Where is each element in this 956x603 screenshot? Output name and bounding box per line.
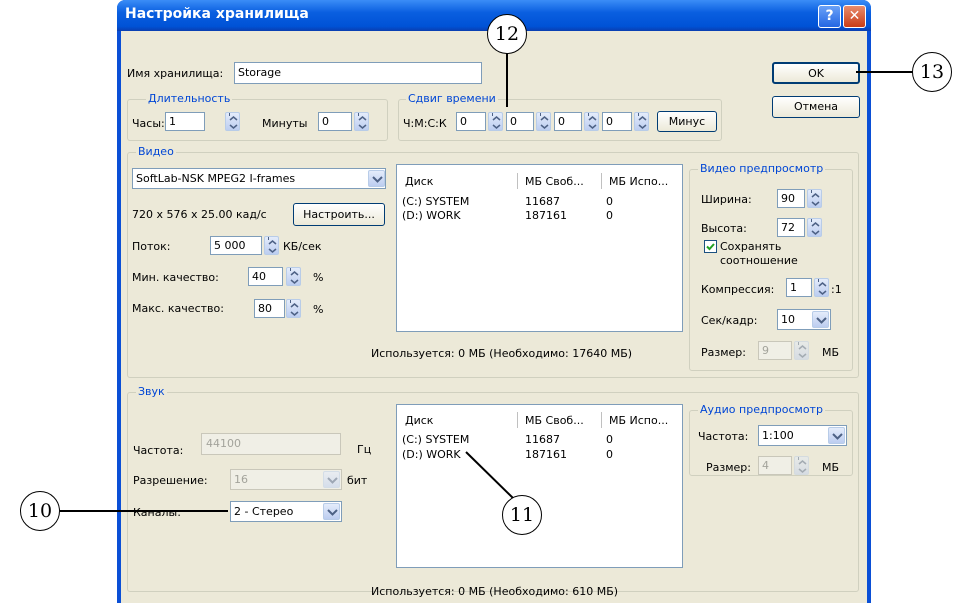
callout-13: 13 <box>912 52 952 92</box>
callout-10: 10 <box>20 491 60 531</box>
callout-11: 11 <box>502 495 542 535</box>
callout-lines <box>60 48 914 512</box>
callout-12: 12 <box>487 14 527 54</box>
